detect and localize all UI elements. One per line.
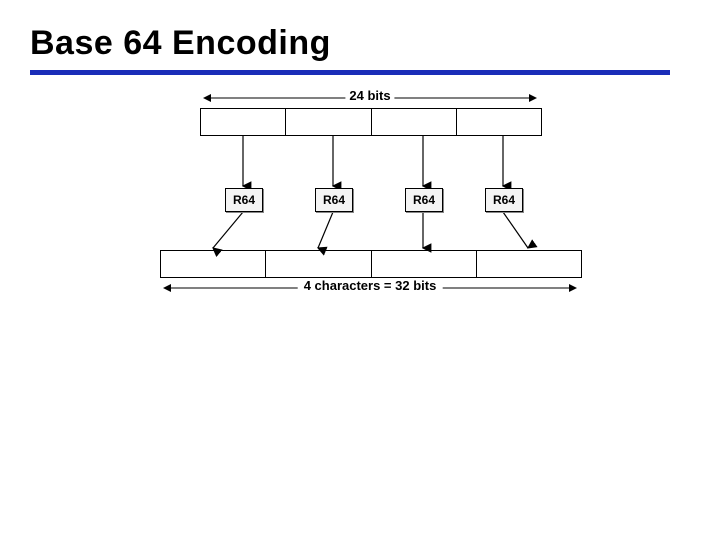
- output-cell: [161, 251, 266, 277]
- base64-diagram: 24 bits R64 R64 R64 R64: [150, 90, 590, 320]
- page-title: Base 64 Encoding: [30, 24, 331, 63]
- title-underline: [30, 70, 670, 75]
- output-row-32bit: [160, 250, 582, 278]
- encoder-box: R64: [315, 188, 353, 212]
- encoder-box: R64: [225, 188, 263, 212]
- output-cell: [266, 251, 371, 277]
- dimension-bottom: 4 characters = 32 bits: [160, 280, 580, 296]
- encoder-box: R64: [405, 188, 443, 212]
- dimension-bottom-label: 4 characters = 32 bits: [298, 278, 443, 293]
- output-cell: [372, 251, 477, 277]
- encoder-box: R64: [485, 188, 523, 212]
- output-cell: [477, 251, 581, 277]
